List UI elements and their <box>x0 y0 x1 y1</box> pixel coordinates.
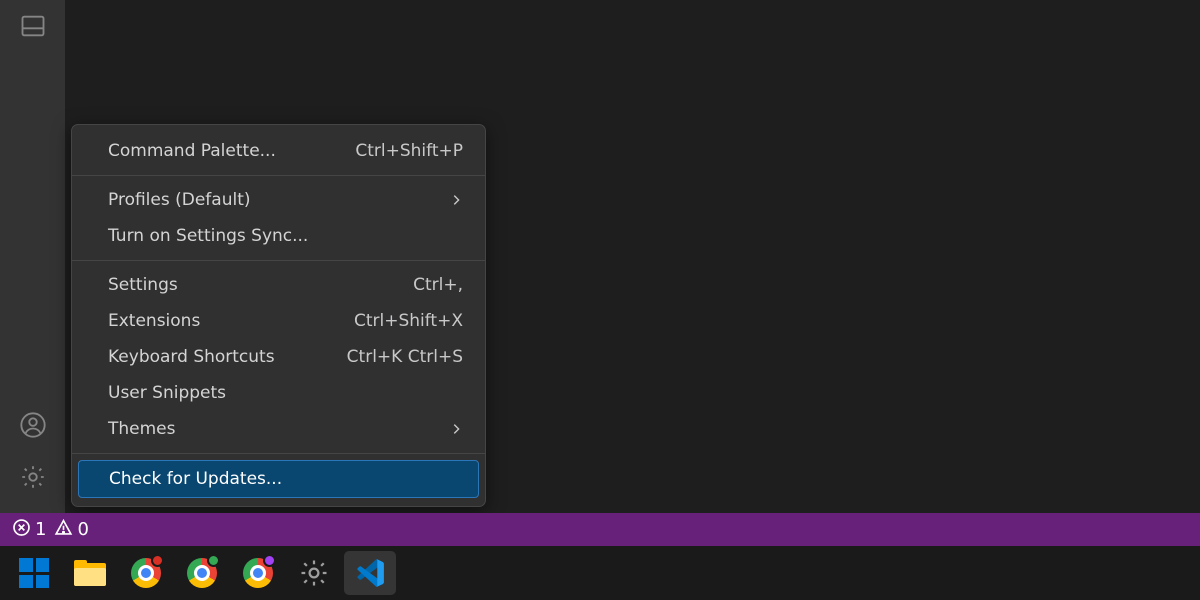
activity-bar <box>0 0 65 513</box>
menu-label: Profiles (Default) <box>108 189 449 211</box>
menu-item-settings[interactable]: Settings Ctrl+, <box>72 267 485 303</box>
menu-separator <box>72 175 485 176</box>
settings-app[interactable] <box>288 551 340 595</box>
menu-item-keyboard-shortcuts[interactable]: Keyboard Shortcuts Ctrl+K Ctrl+S <box>72 339 485 375</box>
folder-icon <box>74 560 106 586</box>
chrome-icon <box>187 558 217 588</box>
chevron-right-icon <box>449 193 463 207</box>
menu-shortcut: Ctrl+Shift+P <box>355 140 463 162</box>
chrome-1[interactable] <box>120 551 172 595</box>
gear-icon <box>299 558 329 588</box>
menu-item-profiles[interactable]: Profiles (Default) <box>72 182 485 218</box>
chevron-right-icon <box>449 422 463 436</box>
menu-label: Check for Updates... <box>109 468 462 490</box>
status-warnings[interactable]: 0 <box>52 518 90 542</box>
warning-icon <box>54 518 73 542</box>
menu-shortcut: Ctrl+Shift+X <box>354 310 463 332</box>
panel-icon[interactable] <box>0 0 65 52</box>
chrome-3[interactable] <box>232 551 284 595</box>
menu-item-user-snippets[interactable]: User Snippets <box>72 375 485 411</box>
menu-label: Settings <box>108 274 413 296</box>
menu-label: Extensions <box>108 310 354 332</box>
menu-label: Command Palette... <box>108 140 355 162</box>
menu-shortcut: Ctrl+, <box>413 274 463 296</box>
menu-label: Keyboard Shortcuts <box>108 346 347 368</box>
account-icon[interactable] <box>0 399 65 451</box>
menu-shortcut: Ctrl+K Ctrl+S <box>347 346 463 368</box>
menu-item-command-palette[interactable]: Command Palette... Ctrl+Shift+P <box>72 133 485 169</box>
vscode-icon <box>355 558 385 588</box>
start-button[interactable] <box>8 551 60 595</box>
menu-label: Turn on Settings Sync... <box>108 225 463 247</box>
menu-item-check-for-updates[interactable]: Check for Updates... <box>78 460 479 498</box>
menu-label: Themes <box>108 418 449 440</box>
windows-taskbar <box>0 546 1200 600</box>
error-icon <box>12 518 31 542</box>
error-count: 1 <box>35 519 46 540</box>
menu-label: User Snippets <box>108 382 463 404</box>
chrome-2[interactable] <box>176 551 228 595</box>
warning-count: 0 <box>77 519 88 540</box>
menu-item-extensions[interactable]: Extensions Ctrl+Shift+X <box>72 303 485 339</box>
file-explorer[interactable] <box>64 551 116 595</box>
status-bar: 1 0 <box>0 513 1200 546</box>
menu-item-settings-sync[interactable]: Turn on Settings Sync... <box>72 218 485 254</box>
gear-icon[interactable] <box>0 451 65 503</box>
status-errors[interactable]: 1 <box>10 518 48 542</box>
vscode-app[interactable] <box>344 551 396 595</box>
menu-separator <box>72 453 485 454</box>
menu-separator <box>72 260 485 261</box>
menu-item-themes[interactable]: Themes <box>72 411 485 447</box>
windows-icon <box>19 558 49 588</box>
manage-context-menu: Command Palette... Ctrl+Shift+P Profiles… <box>71 124 486 507</box>
chrome-icon <box>243 558 273 588</box>
chrome-icon <box>131 558 161 588</box>
